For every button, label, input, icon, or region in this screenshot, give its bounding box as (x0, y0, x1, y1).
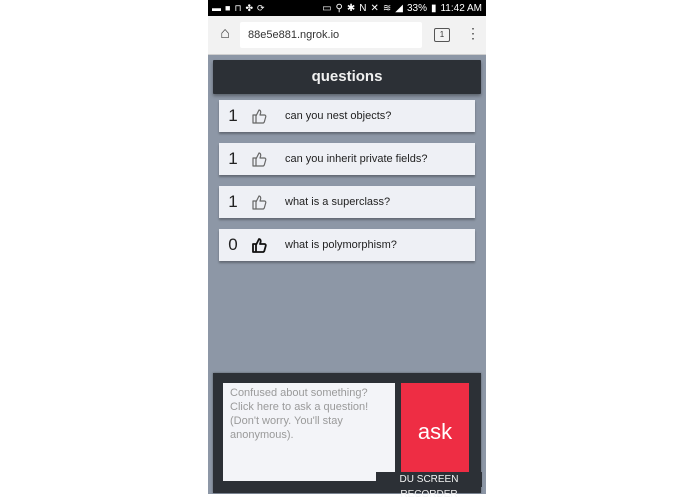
question-card: 1 what is a superclass? (219, 186, 475, 218)
location-icon: ⚲ (335, 2, 343, 14)
question-text: can you nest objects? (285, 110, 392, 122)
pinwheel-icon: ✤ (245, 2, 254, 13)
battery-percent: 33% (406, 2, 427, 14)
vote-count: 1 (228, 149, 238, 168)
wifi-icon: ≋ (382, 2, 392, 14)
system-icons: ▭ ⚲ ✱ N ✕ ≋ ◢ 33% ▮ 11:42 AM (322, 3, 482, 14)
clock: 11:42 AM (440, 2, 482, 14)
lock-icon: ⊓ (234, 2, 242, 13)
ask-button[interactable]: ask (401, 383, 469, 481)
thumbs-up-icon[interactable] (247, 108, 271, 124)
battery-icon: ▮ (430, 2, 437, 14)
thumbs-up-icon[interactable] (247, 151, 271, 167)
vote-count: 1 (228, 106, 238, 125)
thumbs-up-icon[interactable] (247, 194, 271, 210)
vote-count: 1 (228, 192, 238, 211)
question-card: 0 what is polymorphism? (219, 229, 475, 261)
ask-question-input[interactable]: Confused about something? Click here to … (223, 383, 395, 481)
question-text: can you inherit private fields? (285, 153, 428, 165)
page-content: questions 1 can you nest objects? 1 can … (208, 55, 486, 494)
question-text: what is polymorphism? (285, 239, 397, 251)
page-title: questions (213, 60, 481, 94)
nfc-icon: N (359, 2, 367, 14)
browser-toolbar: ⌂ 88e5e881.ngrok.io 1 ⋮ (208, 16, 486, 55)
url-bar[interactable]: 88e5e881.ngrok.io (240, 22, 422, 48)
question-card: 1 can you inherit private fields? (219, 143, 475, 175)
sync-icon: ⟳ (257, 2, 265, 13)
phone-screen: ▬ ■ ⊓ ✤ ⟳ ▭ ⚲ ✱ N ✕ ≋ ◢ 33% ▮ 11:42 AM ⌂… (208, 0, 486, 494)
signal-icon: ◢ (395, 2, 403, 14)
question-list: 1 can you nest objects? 1 can you inheri… (219, 100, 475, 272)
thumbs-up-icon[interactable] (247, 237, 271, 253)
question-card: 1 can you nest objects? (219, 100, 475, 132)
tab-switcher-button[interactable]: 1 (434, 28, 450, 42)
vote-count: 0 (228, 235, 238, 254)
screen-recorder-watermark: DU SCREEN RECORDER (376, 472, 482, 500)
status-bar: ▬ ■ ⊓ ✤ ⟳ ▭ ⚲ ✱ N ✕ ≋ ◢ 33% ▮ 11:42 AM (208, 0, 486, 16)
notification-icons: ▬ ■ ⊓ ✤ ⟳ (212, 3, 265, 14)
bluetooth-icon: ✱ (346, 2, 356, 14)
video-icon: ■ (225, 3, 231, 13)
home-icon[interactable]: ⌂ (216, 25, 234, 43)
message-icon: ▬ (212, 3, 221, 13)
mute-icon: ✕ (370, 2, 379, 14)
question-text: what is a superclass? (285, 196, 391, 208)
cast-icon: ▭ (322, 2, 332, 14)
menu-icon[interactable]: ⋮ (466, 24, 480, 44)
